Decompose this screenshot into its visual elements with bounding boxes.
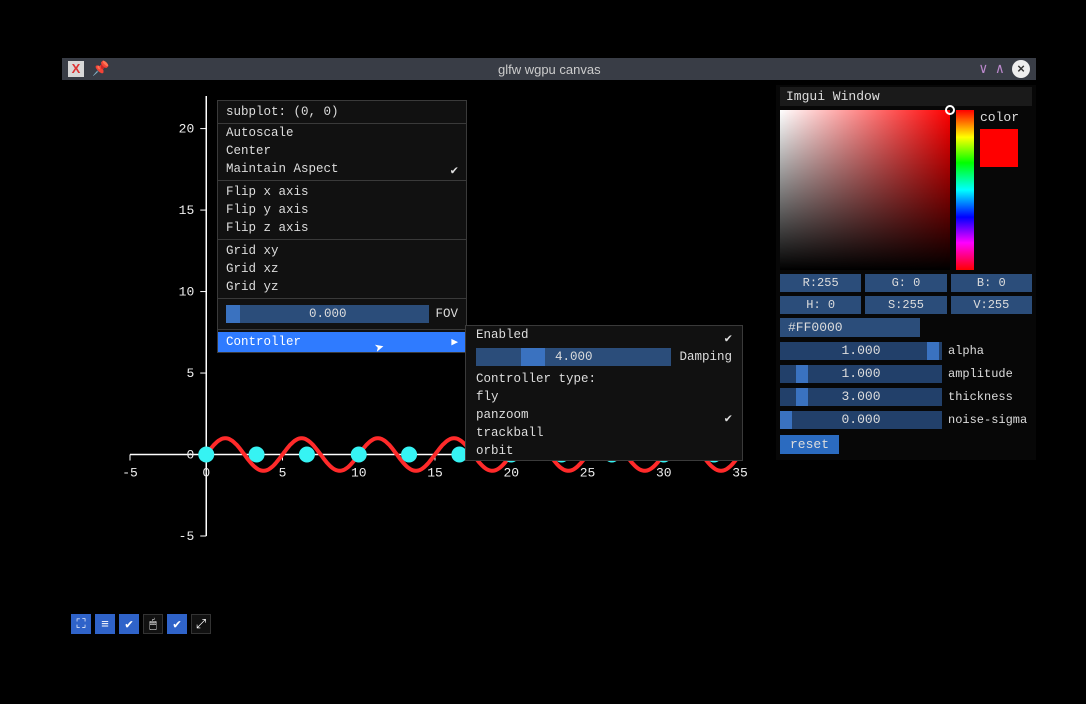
color-hex-input[interactable]: #FF0000 xyxy=(780,318,920,337)
window-title: glfw wgpu canvas xyxy=(119,62,979,77)
menu-item-flip-y[interactable]: Flip y axis xyxy=(218,201,466,219)
chevron-right-icon: ▶ xyxy=(451,335,458,349)
color-swatch[interactable] xyxy=(980,129,1018,167)
pin-icon[interactable]: 📌 xyxy=(92,61,109,78)
thickness-label: thickness xyxy=(948,390,1032,404)
titlebar[interactable]: X 📌 glfw wgpu canvas ∨ ∧ × xyxy=(62,58,1036,80)
close-icon[interactable]: × xyxy=(1012,60,1030,78)
svg-text:35: 35 xyxy=(732,466,748,481)
submenu-item-orbit[interactable]: orbit xyxy=(466,442,742,460)
controller-submenu[interactable]: Enabled ✔ 4.000 Damping Controller type:… xyxy=(465,325,743,461)
reset-button[interactable]: reset xyxy=(780,435,839,454)
tool-check1-icon[interactable]: ✔ xyxy=(119,614,139,634)
tool-mouse-icon[interactable]: 🖱 xyxy=(143,614,163,634)
menu-item-flip-x[interactable]: Flip x axis xyxy=(218,183,466,201)
context-menu-header: subplot: (0, 0) xyxy=(218,101,466,124)
svg-text:0: 0 xyxy=(202,466,210,481)
svg-text:20: 20 xyxy=(179,122,195,137)
tool-expand-icon[interactable]: ⤢ xyxy=(191,614,211,634)
thickness-slider[interactable]: 3.000 xyxy=(780,388,942,406)
amplitude-label: amplitude xyxy=(948,367,1032,381)
color-b[interactable]: B: 0 xyxy=(951,274,1032,292)
damping-slider[interactable]: 4.000 xyxy=(476,348,671,366)
menu-item-fov[interactable]: 0.000 FOV xyxy=(218,301,466,327)
svg-text:10: 10 xyxy=(351,466,367,481)
svg-text:25: 25 xyxy=(580,466,596,481)
noise-slider[interactable]: 0.000 xyxy=(780,411,942,429)
svg-text:20: 20 xyxy=(503,466,519,481)
plot-toolbar: ⛶ ≡ ✔ 🖱 ✔ ⤢ xyxy=(68,611,214,637)
maximize-icon[interactable]: ∧ xyxy=(996,61,1004,78)
tool-check2-icon[interactable]: ✔ xyxy=(167,614,187,634)
noise-label: noise-sigma xyxy=(948,413,1032,427)
color-sv-picker[interactable] xyxy=(780,110,950,270)
svg-text:5: 5 xyxy=(186,366,194,381)
menu-item-grid-xy[interactable]: Grid xy xyxy=(218,242,466,260)
color-s[interactable]: S:255 xyxy=(865,296,946,314)
alpha-label: alpha xyxy=(948,344,1032,358)
app-icon: X xyxy=(68,61,84,77)
tool-align-icon[interactable]: ≡ xyxy=(95,614,115,634)
menu-item-grid-yz[interactable]: Grid yz xyxy=(218,278,466,296)
submenu-header: Controller type: xyxy=(466,370,742,388)
svg-text:-5: -5 xyxy=(122,466,138,481)
amplitude-slider[interactable]: 1.000 xyxy=(780,365,942,383)
color-label: color xyxy=(980,110,1019,125)
minimize-icon[interactable]: ∨ xyxy=(979,61,987,78)
color-h[interactable]: H: 0 xyxy=(780,296,861,314)
menu-item-flip-z[interactable]: Flip z axis xyxy=(218,219,466,237)
svg-text:-5: -5 xyxy=(179,529,195,544)
svg-text:5: 5 xyxy=(279,466,287,481)
color-g[interactable]: G: 0 xyxy=(865,274,946,292)
svg-text:15: 15 xyxy=(427,466,443,481)
damping-slider-handle[interactable] xyxy=(521,348,545,366)
damping-label: Damping xyxy=(679,350,732,364)
menu-item-maintain-aspect[interactable]: Maintain Aspect ✔ xyxy=(218,160,466,178)
color-hue-strip[interactable] xyxy=(956,110,974,270)
fov-label: FOV xyxy=(435,307,458,321)
menu-item-grid-xz[interactable]: Grid xz xyxy=(218,260,466,278)
sv-cursor-icon[interactable] xyxy=(945,105,955,115)
submenu-item-fly[interactable]: fly xyxy=(466,388,742,406)
canvas[interactable]: -5 0 5 10 15 20 25 30 35 -5 0 5 10 15 20 subplot: (0, … xyxy=(62,80,1036,638)
svg-text:0: 0 xyxy=(186,448,194,463)
tool-fullscreen-icon[interactable]: ⛶ xyxy=(71,614,91,634)
context-menu[interactable]: subplot: (0, 0) Autoscale Center Maintai… xyxy=(217,100,467,353)
imgui-title[interactable]: Imgui Window xyxy=(780,87,1032,106)
svg-text:10: 10 xyxy=(179,285,195,300)
imgui-panel[interactable]: Imgui Window color R:255 G: 0 B: 0 H: 0 … xyxy=(776,85,1036,460)
submenu-item-trackball[interactable]: trackball xyxy=(466,424,742,442)
menu-item-controller[interactable]: Controller ▶ xyxy=(218,332,466,352)
menu-item-center[interactable]: Center xyxy=(218,142,466,160)
app-window: X 📌 glfw wgpu canvas ∨ ∧ × -5 0 5 10 15 20 25 3… xyxy=(62,58,1036,638)
color-v[interactable]: V:255 xyxy=(951,296,1032,314)
menu-item-autoscale[interactable]: Autoscale xyxy=(218,124,466,142)
check-icon: ✔ xyxy=(450,162,458,178)
fov-slider-handle[interactable] xyxy=(226,305,240,323)
submenu-item-damping[interactable]: 4.000 Damping xyxy=(466,344,742,370)
svg-text:15: 15 xyxy=(179,203,195,218)
check-icon: ✔ xyxy=(724,330,732,346)
submenu-item-panzoom[interactable]: panzoom ✔ xyxy=(466,406,742,424)
alpha-slider[interactable]: 1.000 xyxy=(780,342,942,360)
color-r[interactable]: R:255 xyxy=(780,274,861,292)
submenu-item-enabled[interactable]: Enabled ✔ xyxy=(466,326,742,344)
fov-slider[interactable]: 0.000 xyxy=(226,305,429,323)
svg-text:30: 30 xyxy=(656,466,672,481)
